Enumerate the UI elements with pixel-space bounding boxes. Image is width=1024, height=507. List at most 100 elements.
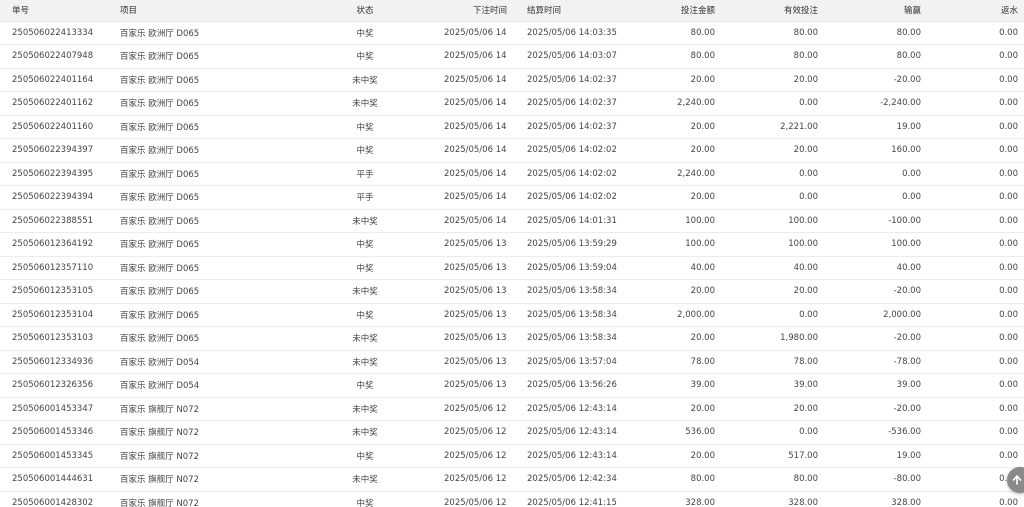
- cell-profit-loss: -80.00: [818, 467, 921, 492]
- cell-settle-time: 2025/05/06 14:01:31: [507, 209, 625, 233]
- cell-profit-loss: -536.00: [818, 420, 921, 445]
- cell-status: 中奖: [286, 491, 444, 507]
- cell-order-id: 250506012353105: [0, 279, 118, 304]
- cell-profit-loss: 2,000.00: [818, 303, 921, 327]
- cell-bet-amount: 2,240.00: [625, 91, 715, 116]
- header-bet-amount[interactable]: 投注金额: [625, 0, 715, 22]
- cell-order-id: 250506022407948: [0, 44, 118, 69]
- cell-bet-time: 2025/05/06 14:02:20: [444, 91, 507, 116]
- table-row[interactable]: 250506022394397 百家乐 欧洲厅 D065 中奖 2025/05/06 …: [0, 138, 1024, 163]
- table-row[interactable]: 250506001453347 百家乐 旗舰厅 N072 未中奖 2025/05/06…: [0, 397, 1024, 421]
- cell-status: 中奖: [286, 21, 444, 45]
- cell-bet-time: 2025/05/06 13:56:49: [444, 350, 507, 374]
- bet-records-table: 单号 项目 状态 下注时间 结算时间 投注金额 有效投注 输赢 返水 25050…: [0, 0, 1024, 507]
- table-row[interactable]: 250506022401164 百家乐 欧洲厅 D065 未中奖 2025/05/06…: [0, 68, 1024, 92]
- header-bet-time[interactable]: 下注时间: [444, 0, 507, 22]
- cell-settle-time: 2025/05/06 13:59:29: [507, 232, 625, 257]
- header-profit-loss[interactable]: 输赢: [818, 0, 921, 22]
- header-status[interactable]: 状态: [286, 0, 444, 22]
- cell-item: 百家乐 欧洲厅 D065: [118, 44, 286, 69]
- cell-valid-bet: 78.00: [715, 350, 818, 374]
- cell-rebate: 0.00: [921, 232, 1024, 257]
- cell-bet-amount: 80.00: [625, 44, 715, 69]
- cell-item: 百家乐 旗舰厅 N072: [118, 444, 286, 468]
- cell-item: 百家乐 欧洲厅 D065: [118, 21, 286, 45]
- cell-bet-amount: 2,000.00: [625, 303, 715, 327]
- cell-item: 百家乐 欧洲厅 D065: [118, 138, 286, 163]
- cell-bet-amount: 80.00: [625, 467, 715, 492]
- header-valid-bet[interactable]: 有效投注: [715, 0, 818, 22]
- table-row[interactable]: 250506022394395 百家乐 欧洲厅 D065 平手 2025/05/06 …: [0, 162, 1024, 186]
- cell-profit-loss: -20.00: [818, 326, 921, 351]
- cell-rebate: 0.00: [921, 303, 1024, 327]
- cell-bet-amount: 20.00: [625, 444, 715, 468]
- table-row[interactable]: 250506001428302 百家乐 旗舰厅 N072 中奖 2025/05/06 …: [0, 491, 1024, 507]
- cell-settle-time: 2025/05/06 13:56:26: [507, 373, 625, 398]
- cell-profit-loss: -2,240.00: [818, 91, 921, 116]
- cell-bet-time: 2025/05/06 13:58:23: [444, 303, 507, 327]
- table-row[interactable]: 250506022401162 百家乐 欧洲厅 D065 未中奖 2025/05/06…: [0, 91, 1024, 116]
- cell-bet-time: 2025/05/06 14:02:56: [444, 44, 507, 69]
- cell-item: 百家乐 旗舰厅 N072: [118, 397, 286, 421]
- table-row[interactable]: 250506022394394 百家乐 欧洲厅 D065 平手 2025/05/06 …: [0, 185, 1024, 210]
- table-row[interactable]: 250506012326356 百家乐 欧洲厅 D054 中奖 2025/05/06 …: [0, 373, 1024, 398]
- cell-bet-amount: 100.00: [625, 209, 715, 233]
- cell-profit-loss: 39.00: [818, 373, 921, 398]
- cell-profit-loss: -20.00: [818, 397, 921, 421]
- header-rebate[interactable]: 返水: [921, 0, 1024, 22]
- cell-order-id: 250506012353104: [0, 303, 118, 327]
- cell-profit-loss: 100.00: [818, 232, 921, 257]
- table-row[interactable]: 250506001453346 百家乐 旗舰厅 N072 未中奖 2025/05/06…: [0, 420, 1024, 445]
- table-row[interactable]: 250506001453345 百家乐 旗舰厅 N072 中奖 2025/05/06 …: [0, 444, 1024, 468]
- cell-settle-time: 2025/05/06 14:02:37: [507, 91, 625, 116]
- table-row[interactable]: 250506012353105 百家乐 欧洲厅 D065 未中奖 2025/05/06…: [0, 279, 1024, 304]
- table-row[interactable]: 250506001444631 百家乐 旗舰厅 N072 未中奖 2025/05/06…: [0, 467, 1024, 492]
- cell-valid-bet: 2,221.00: [715, 115, 818, 139]
- header-order-id[interactable]: 单号: [0, 0, 118, 22]
- cell-status: 未中奖: [286, 350, 444, 374]
- cell-settle-time: 2025/05/06 13:58:34: [507, 279, 625, 304]
- cell-rebate: 0.00: [921, 138, 1024, 163]
- header-settle-time[interactable]: 结算时间: [507, 0, 625, 22]
- cell-rebate: 0.00: [921, 209, 1024, 233]
- cell-bet-time: 2025/05/06 12:42:59: [444, 397, 507, 421]
- cell-valid-bet: 20.00: [715, 138, 818, 163]
- cell-item: 百家乐 欧洲厅 D054: [118, 373, 286, 398]
- bet-records-page: 单号 项目 状态 下注时间 结算时间 投注金额 有效投注 输赢 返水 25050…: [0, 0, 1024, 507]
- cell-order-id: 250506022413334: [0, 21, 118, 45]
- table-row[interactable]: 250506022407948 百家乐 欧洲厅 D065 中奖 2025/05/06 …: [0, 44, 1024, 69]
- cell-order-id: 250506022401162: [0, 91, 118, 116]
- table-row[interactable]: 250506012334936 百家乐 欧洲厅 D054 未中奖 2025/05/06…: [0, 350, 1024, 374]
- cell-bet-time: 2025/05/06 14:01:48: [444, 162, 507, 186]
- cell-order-id: 250506001428302: [0, 491, 118, 507]
- cell-bet-time: 2025/05/06 14:03:23: [444, 21, 507, 45]
- cell-bet-time: 2025/05/06 13:58:23: [444, 326, 507, 351]
- cell-profit-loss: 80.00: [818, 21, 921, 45]
- table-row[interactable]: 250506022401160 百家乐 欧洲厅 D065 中奖 2025/05/06 …: [0, 115, 1024, 139]
- cell-item: 百家乐 旗舰厅 N072: [118, 420, 286, 445]
- table-row[interactable]: 250506012357110 百家乐 欧洲厅 D065 中奖 2025/05/06 …: [0, 256, 1024, 280]
- cell-profit-loss: 328.00: [818, 491, 921, 507]
- cell-status: 中奖: [286, 232, 444, 257]
- cell-item: 百家乐 欧洲厅 D065: [118, 185, 286, 210]
- cell-order-id: 250506012357110: [0, 256, 118, 280]
- cell-order-id: 250506001444631: [0, 467, 118, 492]
- cell-order-id: 250506022401164: [0, 68, 118, 92]
- table-row[interactable]: 250506012364192 百家乐 欧洲厅 D065 中奖 2025/05/06 …: [0, 232, 1024, 257]
- cell-bet-time: 2025/05/06 12:42:59: [444, 420, 507, 445]
- cell-item: 百家乐 欧洲厅 D065: [118, 209, 286, 233]
- cell-bet-amount: 20.00: [625, 115, 715, 139]
- cell-status: 未中奖: [286, 467, 444, 492]
- cell-settle-time: 2025/05/06 14:02:02: [507, 185, 625, 210]
- table-row[interactable]: 250506012353104 百家乐 欧洲厅 D065 中奖 2025/05/06 …: [0, 303, 1024, 327]
- header-item[interactable]: 项目: [118, 0, 286, 22]
- cell-valid-bet: 20.00: [715, 397, 818, 421]
- cell-bet-time: 2025/05/06 12:42:59: [444, 444, 507, 468]
- cell-status: 未中奖: [286, 209, 444, 233]
- cell-valid-bet: 328.00: [715, 491, 818, 507]
- table-row[interactable]: 250506012353103 百家乐 欧洲厅 D065 未中奖 2025/05/06…: [0, 326, 1024, 351]
- table-row[interactable]: 250506022413334 百家乐 欧洲厅 D065 中奖 2025/05/06 …: [0, 21, 1024, 45]
- cell-rebate: 0.00: [921, 326, 1024, 351]
- cell-profit-loss: 160.00: [818, 138, 921, 163]
- table-row[interactable]: 250506022388551 百家乐 欧洲厅 D065 未中奖 2025/05/06…: [0, 209, 1024, 233]
